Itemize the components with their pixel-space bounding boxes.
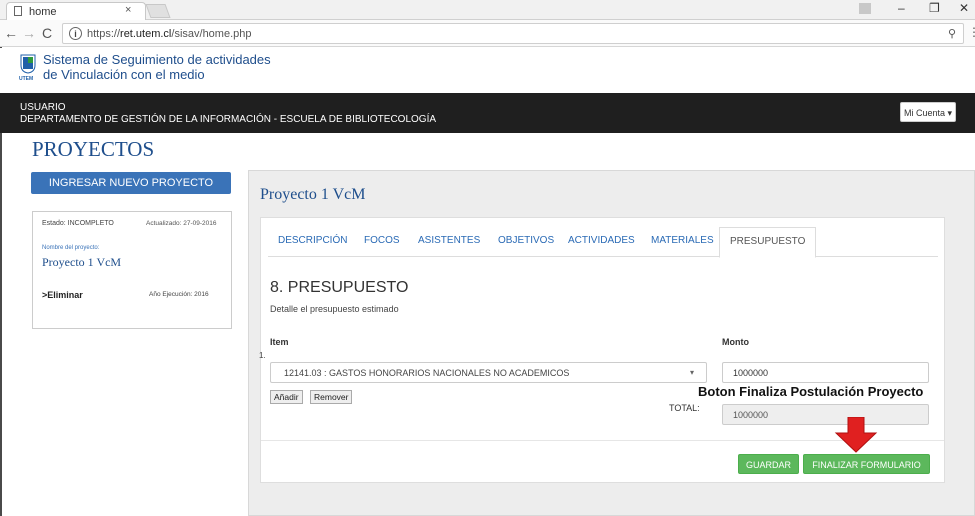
project-name-label: Nombre del proyecto:: [42, 245, 100, 251]
tab-materiales[interactable]: MATERIALES: [651, 235, 714, 246]
total-field: 1000000: [722, 404, 929, 425]
item-column-header: Item: [270, 337, 289, 347]
new-project-button[interactable]: INGRESAR NUEVO PROYECTO: [31, 172, 231, 194]
browser-tab-strip: home × – ❐ ✕: [0, 0, 975, 20]
browser-toolbar: ← → C i https://ret.utem.cl/sisav/home.p…: [0, 20, 975, 47]
extension-icon[interactable]: ⚲: [948, 27, 956, 40]
account-dropdown-button[interactable]: Mi Cuenta ▾: [900, 102, 956, 122]
form-tabs: DESCRIPCIÓN FOCOS ASISTENTES OBJETIVOS A…: [268, 227, 938, 258]
red-arrow-icon: [834, 417, 878, 453]
tab-title: home: [29, 6, 57, 18]
section-subtitle: Detalle el presupuesto estimado: [270, 304, 399, 314]
site-title: Sistema de Seguimiento de actividades de…: [43, 52, 271, 82]
project-card[interactable]: Estado: INCOMPLETO Actualizado: 27-09-20…: [32, 211, 232, 329]
page-title: PROYECTOS: [32, 137, 155, 161]
info-icon[interactable]: i: [69, 27, 82, 40]
tab-objetivos[interactable]: OBJETIVOS: [498, 235, 554, 246]
profile-icon[interactable]: [859, 3, 871, 14]
menu-icon[interactable]: ⋮: [968, 25, 975, 39]
project-updated-date: Actualizado: 27-09-2016: [146, 220, 217, 227]
project-execution-year: Año Ejecución: 2016: [149, 291, 209, 298]
project-name-link[interactable]: Proyecto 1 VcM: [42, 255, 121, 270]
total-label: TOTAL:: [669, 403, 700, 413]
tab-asistentes[interactable]: ASISTENTES: [418, 235, 480, 246]
item-select[interactable]: 12141.03 : GASTOS HONORARIOS NACIONALES …: [270, 362, 707, 383]
project-title: Proyecto 1 VcM: [260, 186, 366, 203]
url-text: https://ret.utem.cl/sisav/home.php: [87, 28, 252, 40]
remove-item-button[interactable]: Remover: [310, 390, 353, 404]
save-button[interactable]: GUARDAR: [738, 454, 799, 474]
row-number: 1.: [259, 351, 266, 360]
address-bar[interactable]: i https://ret.utem.cl/sisav/home.php ⚲: [62, 23, 964, 44]
tab-actividades[interactable]: ACTIVIDADES: [568, 235, 635, 246]
department-label: DEPARTAMENTO DE GESTIÓN DE LA INFORMACIÓ…: [20, 114, 437, 125]
utem-logo[interactable]: [20, 54, 36, 74]
finalize-form-button[interactable]: FINALIZAR FORMULARIO: [803, 454, 930, 474]
user-label: USUARIO: [20, 102, 66, 113]
monto-input[interactable]: 1000000: [722, 362, 929, 383]
tab-presupuesto[interactable]: PRESUPUESTO: [719, 227, 817, 258]
tab-focos[interactable]: FOCOS: [364, 235, 400, 246]
browser-tab[interactable]: home ×: [6, 2, 146, 20]
annotation-label: Boton Finaliza Postulación Proyecto: [698, 384, 924, 399]
add-item-button[interactable]: Añadir: [270, 390, 303, 404]
forward-arrow-icon[interactable]: →: [22, 25, 36, 41]
site-header: UTEM Sistema de Seguimiento de actividad…: [0, 48, 975, 93]
site-title-line1: Sistema de Seguimiento de actividades: [43, 52, 271, 67]
minimize-icon[interactable]: –: [898, 1, 905, 15]
back-arrow-icon[interactable]: ←: [4, 25, 18, 41]
maximize-icon[interactable]: ❐: [929, 1, 940, 15]
close-window-icon[interactable]: ✕: [959, 1, 969, 15]
project-status: Estado: INCOMPLETO: [42, 220, 114, 227]
document-icon: [14, 6, 22, 16]
new-tab-button[interactable]: [145, 4, 171, 18]
item-select-value: 12141.03 : GASTOS HONORARIOS NACIONALES …: [284, 368, 570, 378]
delete-project-link[interactable]: >Eliminar: [42, 290, 83, 300]
tab-descripcion[interactable]: DESCRIPCIÓN: [278, 235, 347, 246]
reload-icon[interactable]: C: [42, 25, 52, 41]
site-title-line2: de Vinculación con el medio: [43, 67, 205, 82]
monto-column-header: Monto: [722, 337, 749, 347]
user-bar: USUARIO DEPARTAMENTO DE GESTIÓN DE LA IN…: [0, 93, 975, 133]
project-panel: Proyecto 1 VcM DESCRIPCIÓN FOCOS ASISTEN…: [248, 170, 975, 516]
logo-text: UTEM: [19, 76, 34, 82]
section-title: 8. PRESUPUESTO: [270, 279, 409, 296]
chevron-down-icon: ▾: [689, 368, 694, 377]
close-tab-icon[interactable]: ×: [125, 4, 131, 16]
